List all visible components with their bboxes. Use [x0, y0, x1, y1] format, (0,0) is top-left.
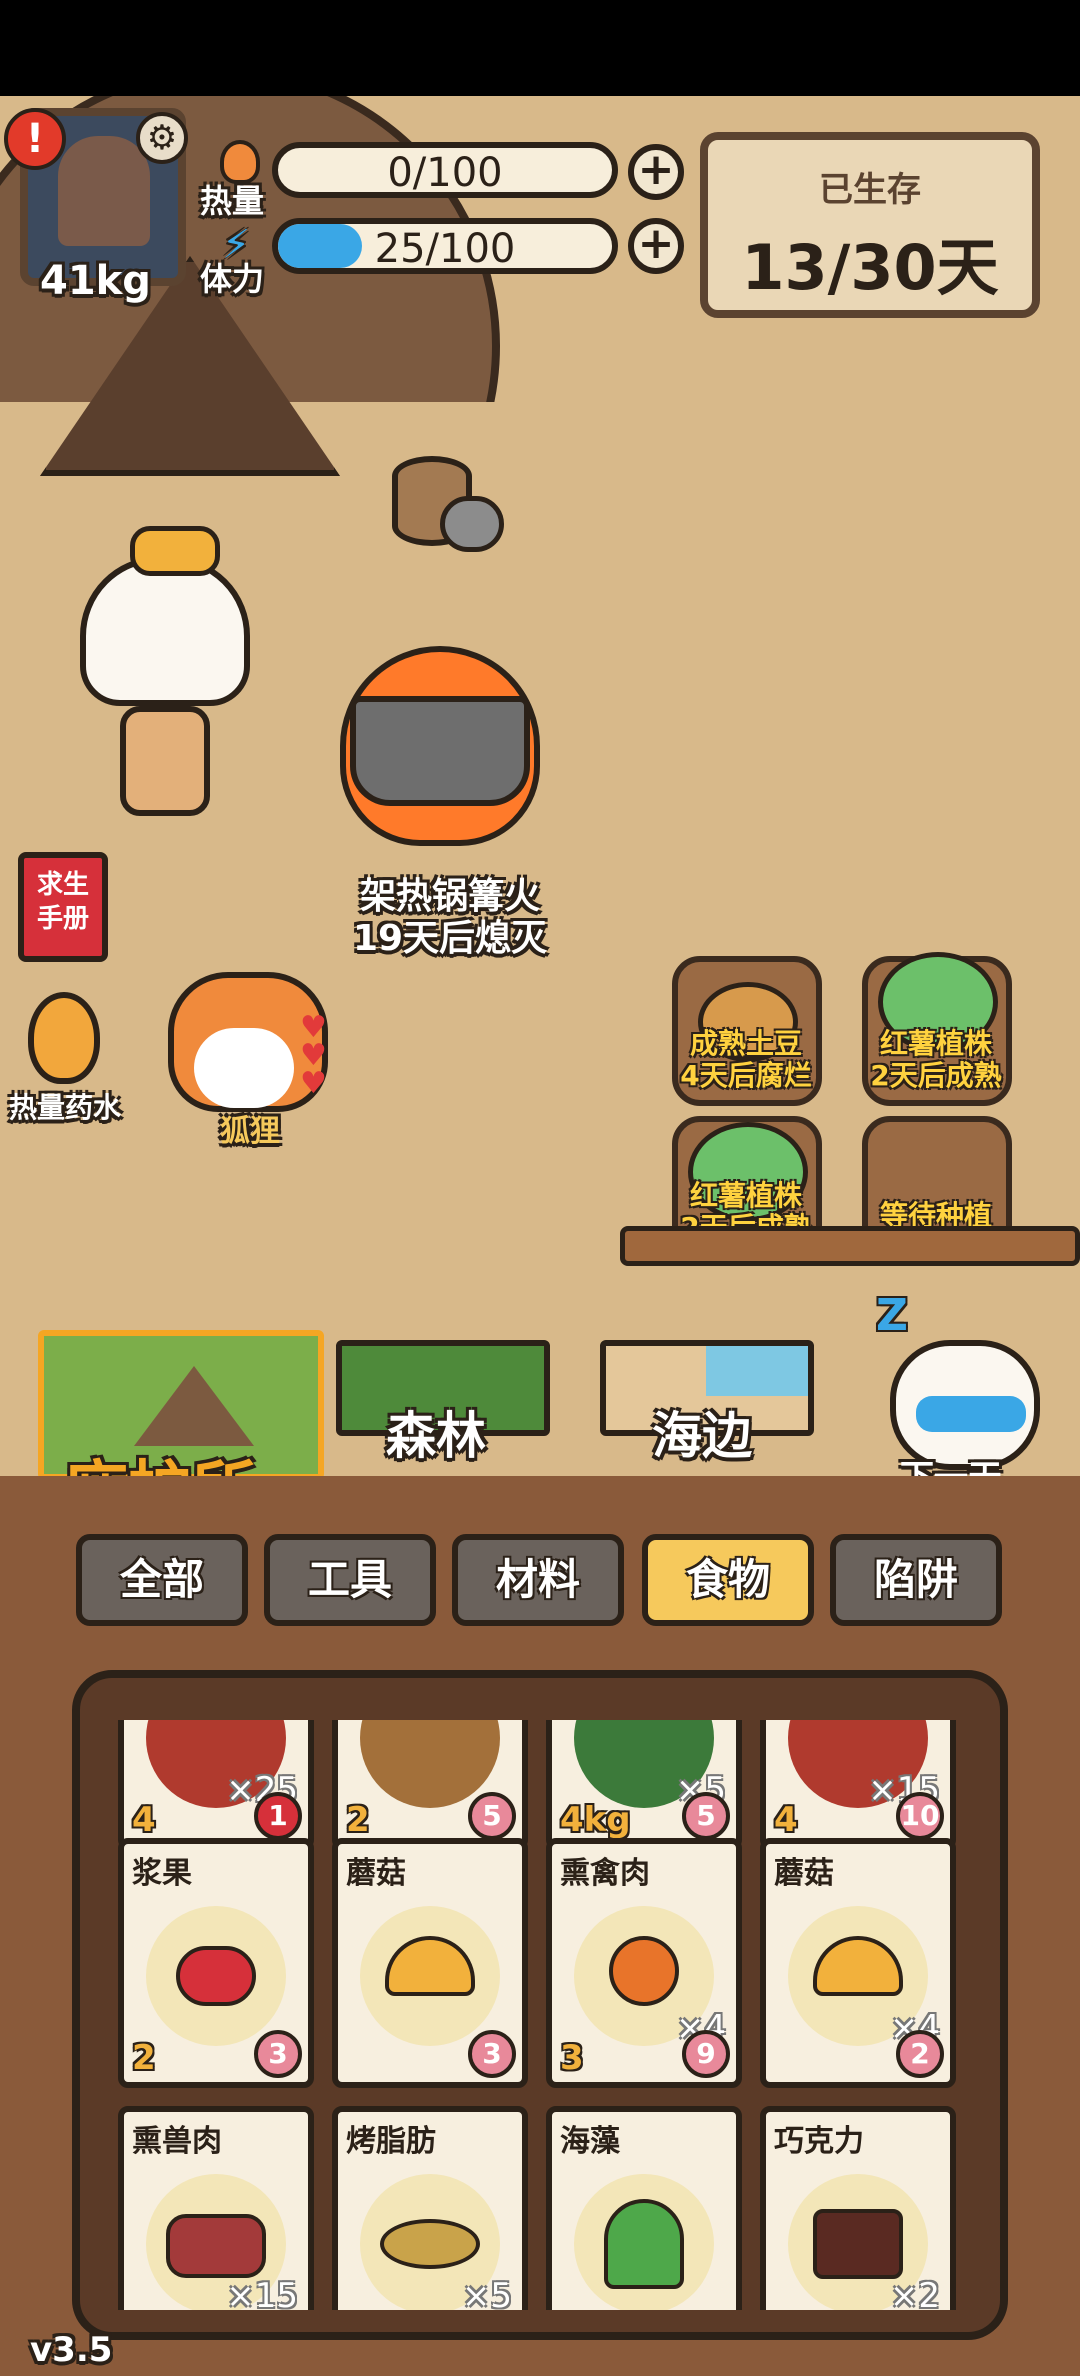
sleep-icon: Z — [876, 1290, 908, 1341]
stamina-value: 25/100 — [374, 226, 516, 272]
add-heat-button[interactable]: + — [628, 144, 684, 200]
item-days-badge: 5 — [468, 1792, 516, 1840]
item-days-badge: 3 — [254, 2030, 302, 2078]
heat-value: 0/100 — [387, 150, 503, 196]
version-label: v3.5 — [30, 2330, 113, 2370]
plot-2-label: 红薯植株 2天后成熟 — [870, 1027, 1002, 1092]
tab-food[interactable]: 食物 — [642, 1534, 814, 1626]
chocolate-icon — [813, 2209, 903, 2279]
item-name: 巧克力 — [774, 2124, 864, 2159]
heat-label: 热量 — [200, 182, 265, 220]
item-name: 蘑菇 — [346, 1856, 406, 1891]
fire-status: 架热锅篝火 19天后熄灭 — [352, 876, 548, 959]
survivor-character[interactable] — [70, 526, 260, 826]
food-card-mushroom[interactable]: 蘑菇 3 — [332, 1838, 528, 2088]
gear-icon[interactable]: ⚙ — [136, 112, 188, 164]
item-days-badge: 5 — [682, 1792, 730, 1840]
food-card-chocolate[interactable]: 巧克力 ×2 — [760, 2106, 956, 2310]
item-quantity: ×5 — [461, 2276, 512, 2310]
item-name: 浆果 — [132, 1856, 192, 1891]
plot-1-label: 成熟土豆 4天后腐烂 — [680, 1027, 812, 1092]
survival-days: 13/30天 — [741, 231, 999, 304]
item-days-badge: 9 — [682, 2030, 730, 2078]
food-card-berries[interactable]: 浆果 2 3 — [118, 1838, 314, 2088]
forest-label: 森林 — [386, 1407, 486, 1465]
food-card-seaweed[interactable]: 海藻 — [546, 2106, 742, 2310]
item-name: 熏禽肉 — [560, 1856, 650, 1891]
food-card[interactable]: ×5 4kg 5 — [546, 1720, 742, 1850]
item-days-badge: 2 — [896, 2030, 944, 2078]
drumstick-icon — [609, 1936, 679, 2006]
survival-days-sign: 已生存 13/30天 — [700, 132, 1040, 318]
survival-title: 已生存 — [819, 170, 921, 210]
item-name: 熏兽肉 — [132, 2124, 222, 2159]
tab-materials[interactable]: 材料 — [452, 1534, 624, 1626]
food-card-smoked-meat[interactable]: 熏兽肉 ×15 — [118, 2106, 314, 2310]
food-card-roasted-fat[interactable]: 烤脂肪 ×5 — [332, 2106, 528, 2310]
heat-bar: 0/100 — [272, 142, 618, 198]
tab-all[interactable]: 全部 — [76, 1534, 248, 1626]
tab-tools[interactable]: 工具 — [264, 1534, 436, 1626]
mushroom-icon — [813, 1936, 903, 1996]
add-stamina-button[interactable]: + — [628, 218, 684, 274]
seaside-label: 海边 — [652, 1407, 752, 1465]
stamina-label: 体力 — [200, 260, 265, 298]
food-card-smoked-poultry[interactable]: 熏禽肉 ×4 3 9 — [546, 1838, 742, 2088]
fence — [620, 1226, 1080, 1266]
tab-traps[interactable]: 陷阱 — [830, 1534, 1002, 1626]
heat-potion-icon[interactable] — [28, 992, 100, 1084]
berries-icon — [176, 1946, 256, 2006]
cooking-pot — [350, 696, 530, 806]
item-days-badge: 10 — [896, 1792, 944, 1840]
food-card[interactable]: ×25 4 1 — [118, 1720, 314, 1850]
roasted-fat-icon — [380, 2219, 480, 2269]
seaweed-icon — [604, 2199, 684, 2289]
meat-icon — [166, 2214, 266, 2278]
stamina-bar: 25/100 — [272, 218, 618, 274]
food-card[interactable]: 2 5 — [332, 1720, 528, 1850]
rock — [440, 496, 504, 552]
item-weight: 4 — [774, 1800, 798, 1840]
item-weight: 2 — [346, 1800, 370, 1840]
item-name: 蘑菇 — [774, 1856, 834, 1891]
item-days-badge: 3 — [468, 2030, 516, 2078]
item-weight: 3 — [560, 2038, 584, 2078]
food-card[interactable]: ×15 4 10 — [760, 1720, 956, 1850]
fox-label: 狐狸 — [220, 1114, 280, 1149]
mushroom-icon — [385, 1936, 475, 1996]
survival-handbook-icon[interactable]: 求生 手册 — [18, 852, 108, 962]
heat-potion-label: 热量药水 — [8, 1091, 121, 1124]
food-card-mushroom[interactable]: 蘑菇 ×4 2 — [760, 1838, 956, 2088]
item-quantity: ×15 — [226, 2276, 298, 2310]
alert-icon[interactable]: ! — [4, 108, 66, 170]
item-name: 烤脂肪 — [346, 2124, 436, 2159]
player-weight: 41kg — [40, 258, 151, 304]
item-weight: 4 — [132, 1800, 156, 1840]
inventory-grid: ×25 4 1 2 5 ×5 4kg 5 ×15 4 10 浆果 2 3 蘑菇 … — [118, 1720, 964, 2310]
item-quantity: ×2 — [889, 2276, 940, 2310]
heart-icon: ♥ ♥ ♥ — [300, 1010, 327, 1101]
item-weight: 4kg — [560, 1800, 631, 1840]
item-days-badge: 1 — [254, 1792, 302, 1840]
item-weight: 2 — [132, 2038, 156, 2078]
item-name: 海藻 — [560, 2124, 620, 2159]
